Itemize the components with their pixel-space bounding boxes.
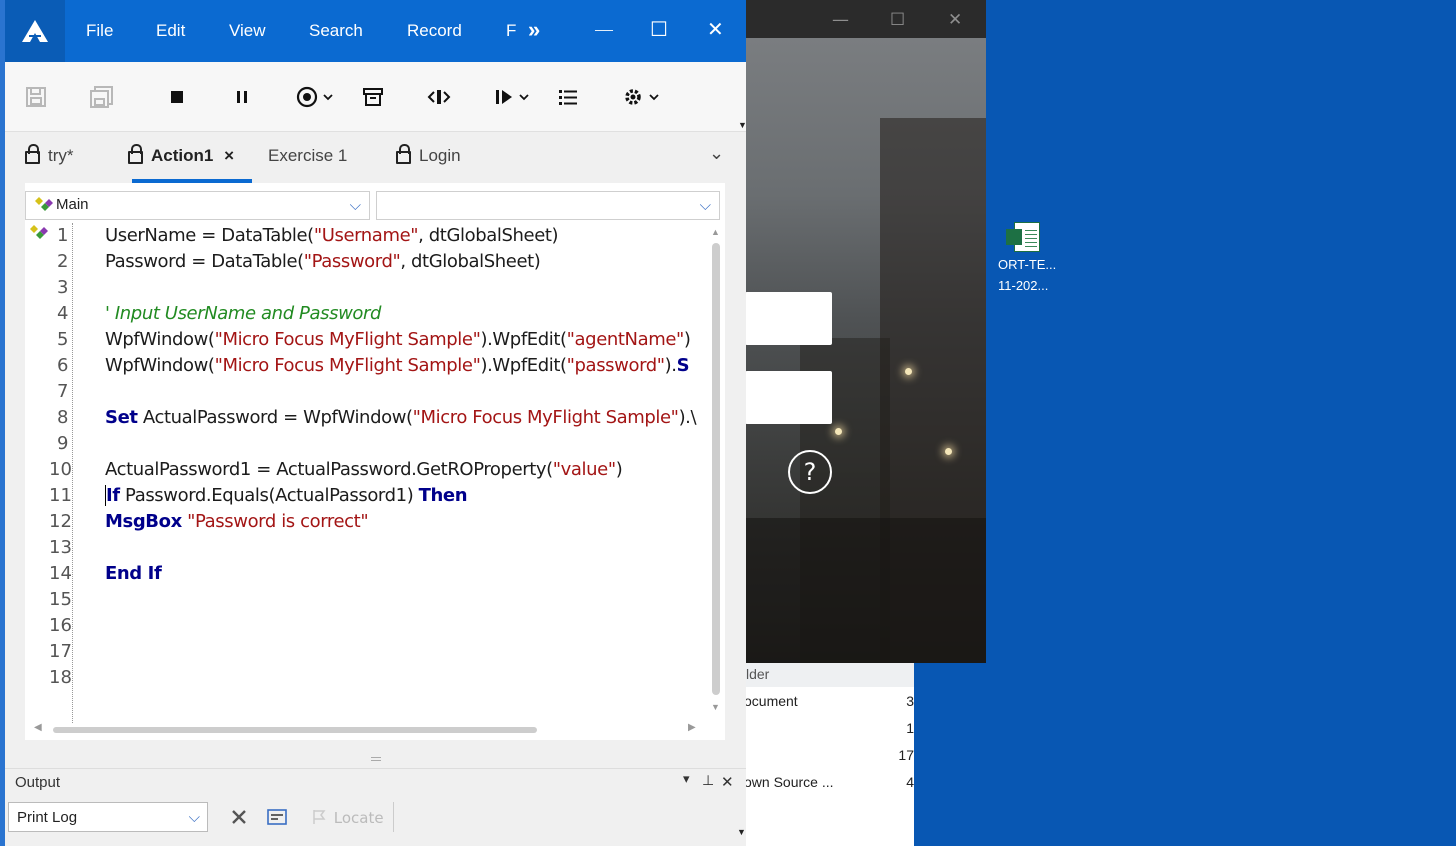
- excel-icon: [1006, 222, 1040, 252]
- file-explorer-panel: lder ocument 3 1 17 own Source ... 4: [740, 663, 914, 846]
- close-icon[interactable]: ✕: [707, 17, 724, 41]
- document-tabs: try* Action1 × Exercise 1 Login ⌄: [5, 133, 746, 183]
- scroll-up-icon[interactable]: ▲: [711, 227, 720, 237]
- menu-overflow-icon[interactable]: »: [528, 17, 540, 43]
- pin-icon[interactable]: ⊥: [702, 773, 714, 789]
- menu-edit[interactable]: Edit: [156, 21, 185, 41]
- code-line-2: Password = DataTable("Password", dtGloba…: [105, 251, 541, 272]
- locate-label: Locate: [333, 809, 384, 827]
- scroll-left-icon[interactable]: ◀: [34, 722, 42, 733]
- list-item-name: own Source ...: [744, 774, 834, 790]
- toolbar-divider: [393, 802, 394, 832]
- save-icon[interactable]: [25, 86, 47, 113]
- list-icon[interactable]: [557, 86, 579, 113]
- code-line-6: WpfWindow("Micro Focus MyFlight Sample")…: [105, 355, 690, 376]
- splitter-grip[interactable]: [371, 757, 381, 761]
- flight-app-titlebar: — ☐ ✕: [740, 0, 986, 38]
- menu-truncated[interactable]: F: [506, 21, 516, 41]
- scroll-down-icon[interactable]: ▼: [711, 702, 720, 712]
- code-line-14: End If: [105, 563, 162, 584]
- lock-icon: [128, 144, 143, 164]
- code-line-1: UserName = DataTable("Username", dtGloba…: [105, 225, 559, 246]
- clear-output-icon[interactable]: [229, 807, 249, 832]
- code-line-10: ActualPassword1 = ActualPassword.GetROPr…: [105, 459, 623, 480]
- menu-search[interactable]: Search: [309, 21, 363, 41]
- password-field[interactable]: [745, 371, 832, 424]
- list-item[interactable]: own Source ... 4: [744, 774, 914, 798]
- lock-icon: [25, 144, 40, 164]
- code-editor[interactable]: Main ⌵ ⌵ 1 2 3 4 5 6 7 8 9 10 11 12 13 1…: [25, 183, 725, 740]
- pause-icon[interactable]: [231, 86, 253, 113]
- code-line-8: Set ActualPassword = WpfWindow("Micro Fo…: [105, 407, 697, 428]
- save-all-icon[interactable]: [90, 86, 114, 113]
- chevron-down-icon: ⌵: [188, 808, 200, 826]
- app-logo-icon[interactable]: [5, 0, 65, 62]
- list-item-count: 3: [906, 693, 914, 709]
- tab-login[interactable]: Login: [396, 144, 461, 166]
- tabs-overflow-icon[interactable]: ⌄: [709, 143, 724, 164]
- tab-label: Action1: [151, 146, 214, 165]
- titlebar: File Edit View Search Record F » — ☐ ✕: [5, 0, 746, 62]
- toolbar: ▼: [5, 62, 747, 132]
- lock-icon: [396, 144, 411, 164]
- code-line-12: MsgBox "Password is correct": [105, 511, 369, 532]
- list-item-count: 17: [898, 747, 914, 763]
- list-item-name: ocument: [744, 693, 798, 709]
- locate-button[interactable]: Locate: [311, 809, 384, 827]
- background-photo: [740, 38, 986, 663]
- run-dropdown-icon[interactable]: [494, 86, 534, 113]
- record-mode-dropdown-icon[interactable]: [295, 86, 337, 113]
- scroll-right-icon[interactable]: ▶: [688, 722, 696, 733]
- pane-menu-icon[interactable]: ▾: [683, 772, 690, 787]
- close-icon[interactable]: ✕: [948, 10, 962, 30]
- explorer-column-header[interactable]: lder: [740, 663, 914, 687]
- menu-file[interactable]: File: [86, 21, 113, 41]
- output-overflow-icon[interactable]: ▼: [737, 827, 746, 837]
- object-repository-icon[interactable]: [362, 86, 384, 113]
- list-item[interactable]: ocument 3: [744, 693, 914, 717]
- tab-action1[interactable]: Action1 ×: [128, 144, 234, 166]
- code-line-11: If Password.Equals(ActualPassord1) Then: [105, 485, 468, 506]
- menu-record[interactable]: Record: [407, 21, 462, 41]
- username-field[interactable]: [745, 292, 832, 345]
- list-item[interactable]: 1: [744, 720, 914, 744]
- stop-icon[interactable]: [166, 86, 188, 113]
- list-item-count: 1: [906, 720, 914, 736]
- close-pane-icon[interactable]: ✕: [721, 773, 734, 791]
- list-item[interactable]: 17: [744, 747, 914, 771]
- tab-label: try*: [48, 146, 74, 165]
- flight-app-window: — ☐ ✕ ?: [740, 0, 986, 663]
- horizontal-scrollbar[interactable]: [53, 727, 537, 733]
- output-title: Output: [15, 774, 61, 791]
- tab-close-icon[interactable]: ×: [224, 146, 234, 165]
- tab-try[interactable]: try*: [25, 144, 74, 166]
- vertical-scrollbar[interactable]: [712, 243, 720, 695]
- tab-exercise-1[interactable]: Exercise 1: [268, 146, 347, 166]
- menu-view[interactable]: View: [229, 21, 266, 41]
- code-line-5: WpfWindow("Micro Focus MyFlight Sample")…: [105, 329, 691, 350]
- maximize-icon[interactable]: ☐: [650, 17, 668, 41]
- code-area[interactable]: UserName = DataTable("Username", dtGloba…: [25, 183, 709, 740]
- toolbar-overflow-icon[interactable]: ▼: [738, 120, 747, 130]
- code-line-4-comment: ' Input UserName and Password: [105, 303, 382, 324]
- list-item-count: 4: [906, 774, 914, 790]
- maximize-icon[interactable]: ☐: [890, 10, 905, 30]
- output-filter-value: Print Log: [17, 809, 78, 826]
- tab-label: Login: [419, 146, 461, 165]
- settings-gear-icon[interactable]: [622, 86, 664, 113]
- minimize-icon[interactable]: —: [594, 17, 614, 41]
- minimize-icon[interactable]: —: [832, 10, 849, 30]
- output-pane: Output ▾ ⊥ ✕ Print Log ⌵ Locate ▼: [5, 768, 746, 846]
- wrap-output-icon[interactable]: [266, 807, 288, 832]
- help-button[interactable]: ?: [788, 450, 832, 494]
- output-filter-select[interactable]: Print Log ⌵: [8, 802, 208, 832]
- uft-main-window: File Edit View Search Record F » — ☐ ✕ ▼…: [0, 0, 747, 846]
- tab-label: Exercise 1: [268, 146, 348, 165]
- step-icon[interactable]: [426, 86, 452, 113]
